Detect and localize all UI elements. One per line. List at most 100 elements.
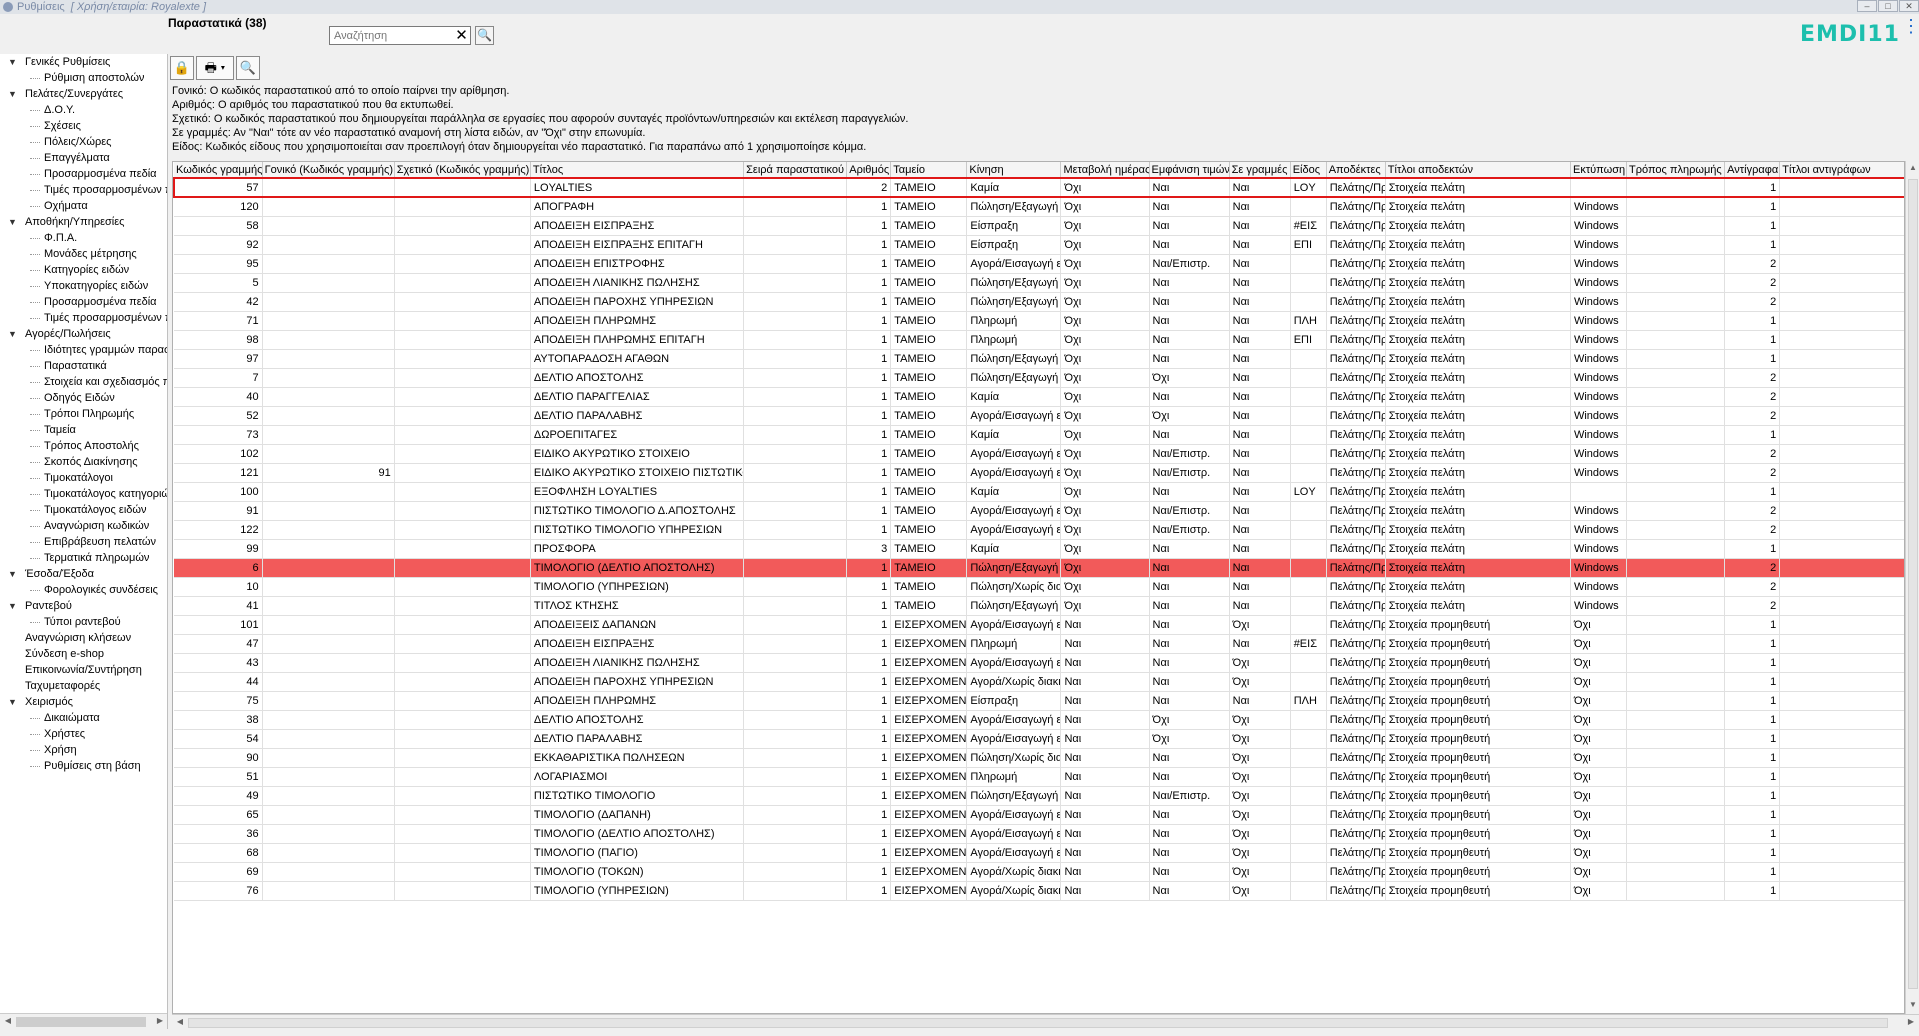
column-header[interactable]: Αποδέκτες [1326,162,1386,179]
table-cell[interactable]: Πελάτης/Πρ [1326,862,1386,882]
tree-item[interactable]: Σύνδεση e-shop [0,646,167,662]
table-cell[interactable] [394,862,531,882]
table-cell[interactable] [743,881,848,901]
tree-item[interactable]: Τιμές προσαρμοσμένων π [0,182,167,198]
table-cell[interactable]: Ναι [1060,862,1150,882]
table-cell[interactable]: Ναι [1229,634,1291,654]
tree-item[interactable]: ▼ Ραντεβού [0,598,167,614]
table-cell[interactable]: ΑΠΟΔΕΙΞΗ ΕΙΣΠΡΑΞΗΣ ΕΠΙΤΑΓΗ [530,235,745,255]
table-cell[interactable]: Windows [1570,368,1628,388]
table-cell[interactable]: Είσπραξη [966,691,1062,711]
table-cell[interactable] [1779,406,1904,426]
table-cell[interactable] [262,843,395,863]
table-cell[interactable] [1779,786,1904,806]
table-cell[interactable]: Ναι [1149,634,1230,654]
table-row[interactable]: 95 ΑΠΟΔΕΙΞΗ ΕΠΙΣΤΡΟΦΗΣ 1 ΤΑΜΕΙΟ Αγορά/Εισαγω… [174,254,1904,274]
table-row[interactable]: 98 ΑΠΟΔΕΙΞΗ ΠΛΗΡΩΜΗΣ ΕΠΙΤΑΓΗ 1 ΤΑΜΕΙΟ Πληρωμ… [174,330,1904,350]
table-cell[interactable]: 1 [846,387,892,407]
table-cell[interactable]: Ναι [1229,501,1291,521]
table-cell[interactable]: Windows [1570,406,1628,426]
table-cell[interactable]: ΕΙΣΕΡΧΟΜΕΝΑ [890,843,968,863]
table-row[interactable]: 41 ΤΙΤΛΟΣ ΚΤΗΣΗΣ 1 ΤΑΜΕΙΟ Πώληση/Εξαγωγή ε Όχ… [174,596,1904,616]
table-cell[interactable] [394,254,531,274]
table-cell[interactable]: Ναι [1229,177,1291,198]
table-cell[interactable]: 1 [846,824,892,844]
table-cell[interactable]: Ναι [1060,786,1150,806]
table-cell[interactable] [743,330,848,350]
table-cell[interactable]: Ναι [1229,463,1291,483]
table-cell[interactable]: ΕΙΣΕΡΧΟΜΕΝΑ [890,881,968,901]
expand-toggle-icon[interactable]: ▼ [8,214,17,230]
table-cell[interactable]: ΕΙΣΕΡΧΟΜΕΝΑ [890,691,968,711]
table-cell[interactable]: 122 [174,520,263,540]
table-cell[interactable]: Αγορά/Εισαγωγή ε [966,805,1062,825]
table-cell[interactable]: 10 [174,577,263,597]
table-cell[interactable]: Ναι [1149,653,1230,673]
table-cell[interactable]: Ναι [1060,881,1150,901]
table-cell[interactable]: Στοιχεία προμηθευτή [1385,805,1571,825]
column-header[interactable]: Σειρά παραστατικού [743,162,848,179]
tree-item[interactable]: Δικαιώματα [0,710,167,726]
table-cell[interactable] [1626,653,1726,673]
table-cell[interactable]: Πελάτης/Πρ [1326,558,1386,578]
table-row[interactable]: 73 ΔΩΡΟΕΠΙΤΑΓΕΣ 1 ΤΑΜΕΙΟ Καμία Όχι Ναι Ναι Πελάτ… [174,425,1904,445]
table-cell[interactable]: Στοιχεία πελάτη [1385,387,1571,407]
table-cell[interactable]: 57 [173,177,263,198]
table-cell[interactable]: 1 [1724,729,1781,749]
table-cell[interactable] [1626,177,1726,198]
table-cell[interactable]: Πελάτης/Πρ [1326,520,1386,540]
table-row[interactable]: 7 ΔΕΛΤΙΟ ΑΠΟΣΤΟΛΗΣ 1 ΤΑΜΕΙΟ Πώληση/Εξαγωγή ε… [174,368,1904,388]
table-cell[interactable] [743,197,848,217]
table-cell[interactable]: 1 [1724,482,1781,502]
table-row[interactable]: 92 ΑΠΟΔΕΙΞΗ ΕΙΣΠΡΑΞΗΣ ΕΠΙΤΑΓΗ 1 ΤΑΜΕΙΟ Είσπρ… [174,235,1904,255]
table-cell[interactable] [394,653,531,673]
table-cell[interactable] [262,330,395,350]
table-cell[interactable] [1626,672,1726,692]
table-cell[interactable]: Πώληση/Εξαγωγή ε [966,558,1062,578]
table-cell[interactable]: Αγορά/Εισαγωγή ε [966,520,1062,540]
table-cell[interactable] [1626,520,1726,540]
table-cell[interactable]: Ναι [1060,615,1150,635]
table-cell[interactable]: Όχι [1570,748,1628,768]
table-cell[interactable] [1626,615,1726,635]
table-cell[interactable]: Όχι [1060,311,1150,331]
table-cell[interactable] [1779,672,1904,692]
grid-horizontal-scrollbar[interactable]: ◀ ▶ [172,1014,1919,1030]
table-row[interactable]: 97 ΑΥΤΟΠΑΡΑΔΟΣΗ ΑΓΑΘΩΝ 1 ΤΑΜΕΙΟ Πώληση/Εξαγω… [174,349,1904,369]
table-cell[interactable]: Όχι [1060,482,1150,502]
table-cell[interactable]: Ναι [1149,691,1230,711]
table-cell[interactable]: Όχι [1570,862,1628,882]
tree-item[interactable]: Οχήματα [0,198,167,214]
table-cell[interactable]: 1 [846,672,892,692]
table-cell[interactable]: Windows [1570,292,1628,312]
table-cell[interactable]: Ναι [1229,577,1291,597]
table-cell[interactable]: Καμία [966,539,1062,559]
table-cell[interactable]: Αγορά/Χωρίς διακι [966,672,1062,692]
table-cell[interactable]: ΕΙΣΕΡΧΟΜΕΝΑ [890,805,968,825]
table-cell[interactable]: Πελάτης/Πρ [1326,710,1386,730]
table-cell[interactable]: ΤΑΜΕΙΟ [890,216,968,236]
table-cell[interactable]: 1 [846,596,892,616]
table-cell[interactable] [394,444,531,464]
table-cell[interactable]: Στοιχεία προμηθευτή [1385,691,1571,711]
table-cell[interactable]: Πελάτης/Πρ [1326,273,1386,293]
table-cell[interactable]: ΑΠΟΔΕΙΞΗ ΕΙΣΠΡΑΞΗΣ [530,216,745,236]
table-cell[interactable] [1779,216,1904,236]
table-cell[interactable]: ΕΠΙ [1290,330,1327,350]
column-header[interactable]: Τίτλος [530,162,745,179]
column-header[interactable]: Τίτλοι αποδεκτών [1385,162,1571,179]
column-header[interactable]: Τρόπος πληρωμής [1626,162,1726,179]
table-cell[interactable]: Πληρωμή [966,330,1062,350]
table-cell[interactable] [743,634,848,654]
table-cell[interactable]: Πελάτης/Πρ [1326,634,1386,654]
table-cell[interactable] [1290,843,1327,863]
table-cell[interactable]: 2 [1724,292,1781,312]
table-cell[interactable] [743,254,848,274]
table-cell[interactable]: Αγορά/Εισαγωγή ε [966,615,1062,635]
search-button[interactable]: 🔍 [475,26,494,45]
table-cell[interactable]: 120 [174,197,263,217]
table-cell[interactable]: 1 [846,482,892,502]
table-cell[interactable]: Αγορά/Εισαγωγή ε [966,653,1062,673]
table-cell[interactable]: 90 [174,748,263,768]
table-cell[interactable]: Ναι [1149,177,1230,198]
